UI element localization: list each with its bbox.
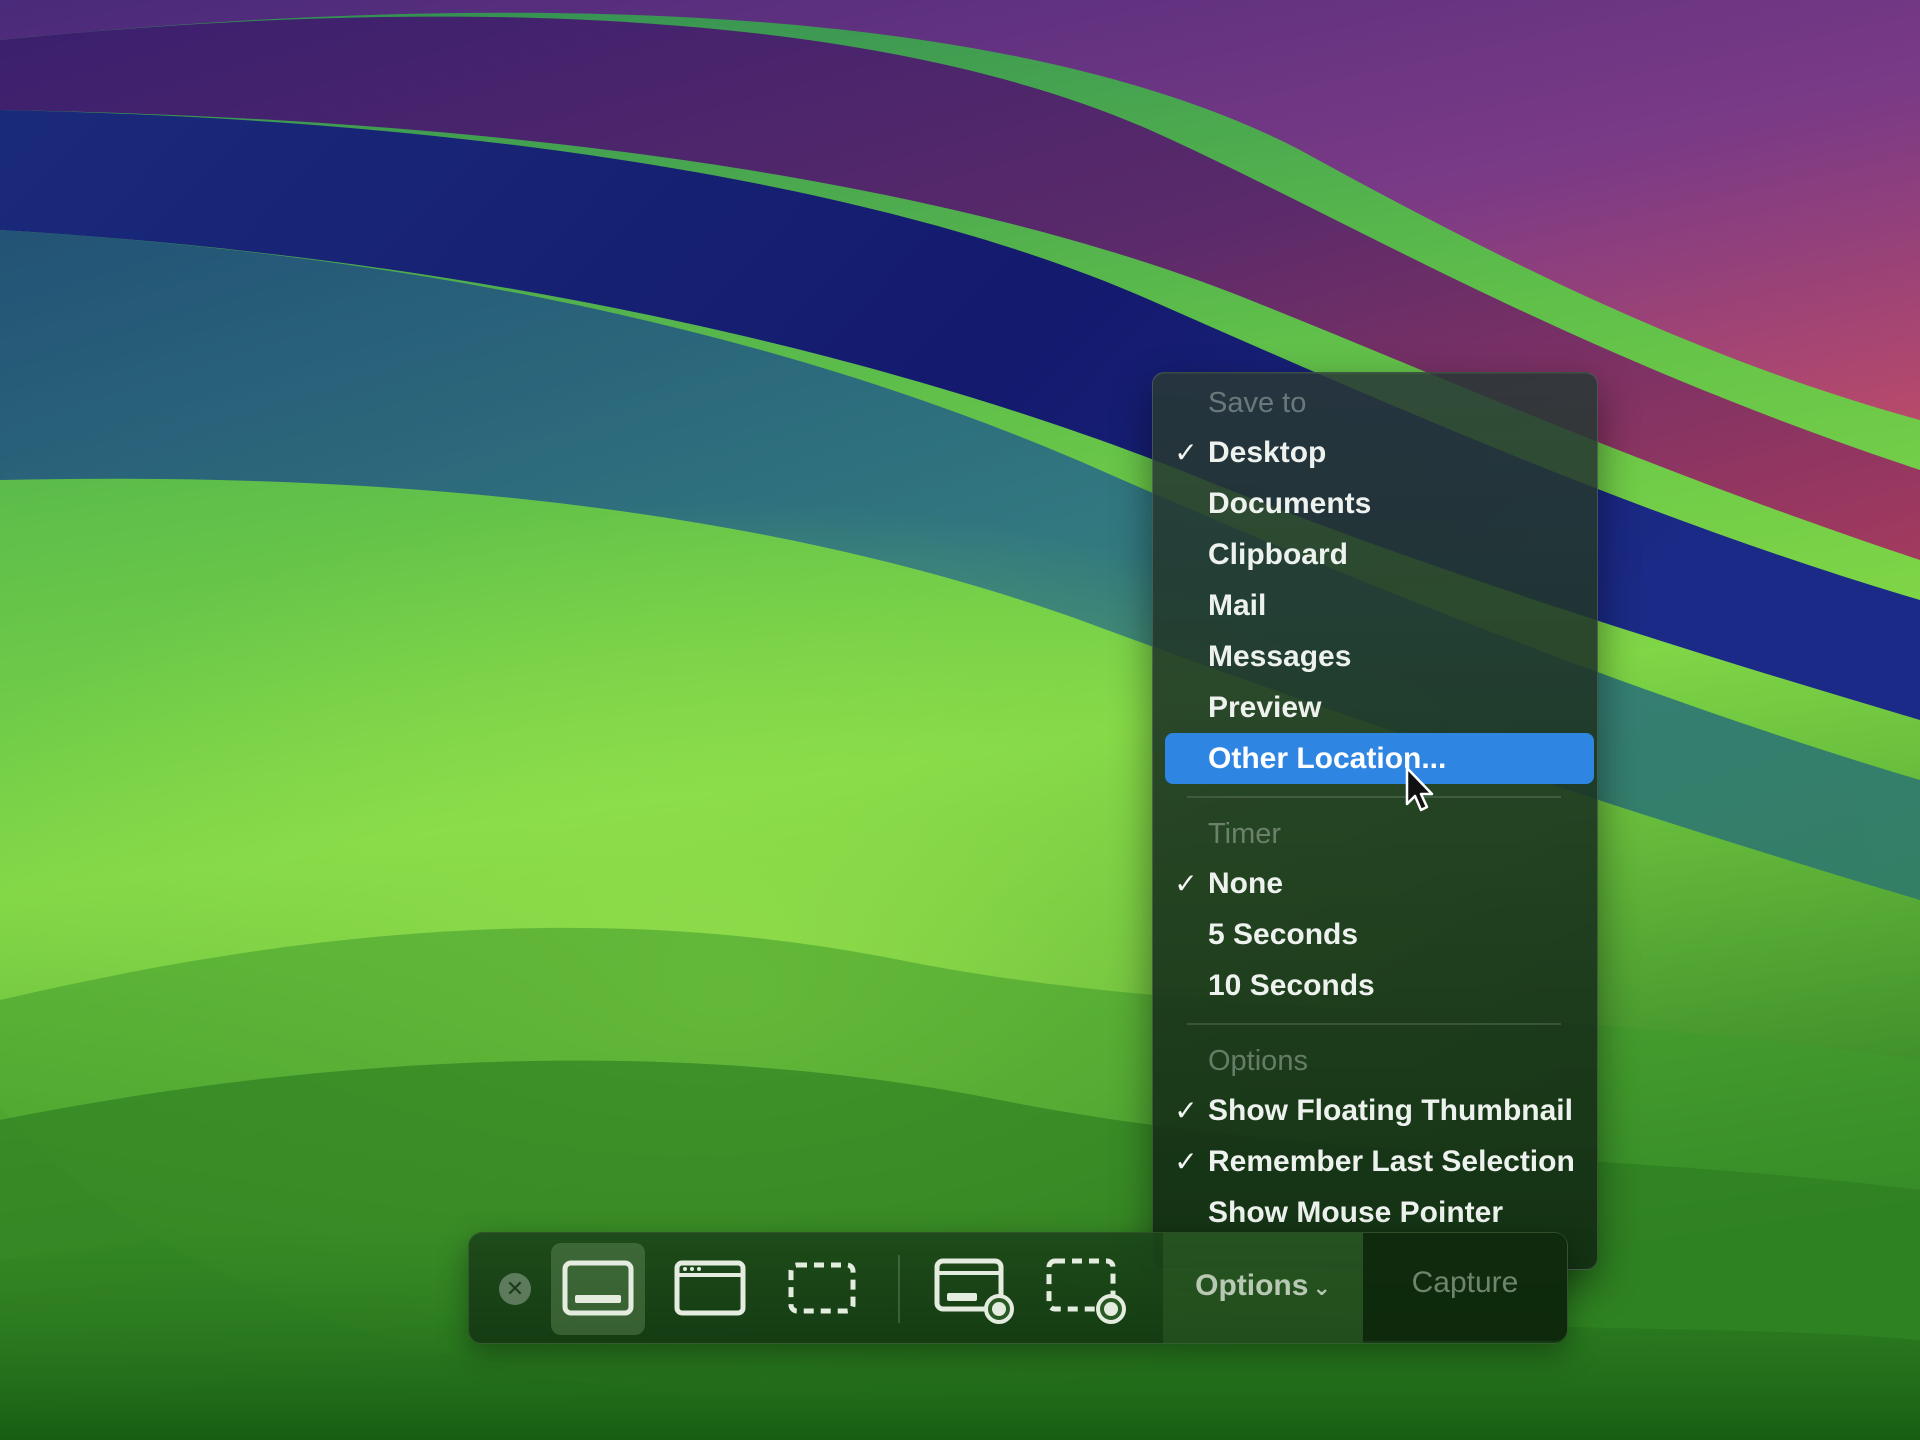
menu-item-timer-10-seconds[interactable]: 10 Seconds (1153, 960, 1597, 1011)
record-entire-screen-button[interactable] (923, 1243, 1017, 1335)
menu-item-desktop[interactable]: ✓ Desktop (1153, 427, 1597, 478)
wallpaper-graphic (0, 0, 1920, 1440)
menu-item-clipboard[interactable]: Clipboard (1153, 529, 1597, 580)
capture-button[interactable]: Capture (1363, 1233, 1567, 1341)
selection-icon (788, 1262, 856, 1314)
window-icon (674, 1260, 746, 1316)
menu-item-label: Messages (1208, 640, 1352, 673)
checkmark-icon: ✓ (1174, 1146, 1198, 1177)
menu-item-timer-5-seconds[interactable]: 5 Seconds (1153, 909, 1597, 960)
checkmark-icon: ✓ (1174, 437, 1198, 468)
close-icon[interactable]: ✕ (499, 1273, 531, 1305)
menu-separator (1187, 796, 1561, 798)
timer-section-title: Timer (1208, 818, 1282, 850)
record-screen-icon (934, 1258, 1014, 1324)
menu-item-label: Show Floating Thumbnail (1208, 1094, 1573, 1127)
menu-item-preview[interactable]: Preview (1153, 682, 1597, 733)
options-button[interactable]: Options ⌄ (1163, 1233, 1363, 1343)
checkmark-icon: ✓ (1174, 1095, 1198, 1126)
menu-item-remember-last-selection[interactable]: ✓ Remember Last Selection (1153, 1136, 1597, 1187)
record-selected-portion-button[interactable] (1035, 1243, 1129, 1335)
capture-selected-portion-button[interactable] (775, 1243, 869, 1335)
menu-item-other-location[interactable]: Other Location... (1165, 733, 1594, 784)
menu-item-label: Show Mouse Pointer (1208, 1196, 1504, 1229)
menu-item-label: Mail (1208, 589, 1267, 622)
menu-item-label: None (1208, 867, 1283, 900)
toolbar-divider (898, 1255, 900, 1323)
menu-item-mail[interactable]: Mail (1153, 580, 1597, 631)
desktop-wallpaper: Save to ✓ Desktop Documents Clipboard Ma… (0, 0, 1920, 1440)
save-to-section-title: Save to (1208, 387, 1307, 419)
entire-screen-icon (562, 1260, 634, 1316)
mouse-pointer-icon (1405, 766, 1434, 812)
capture-selected-window-button[interactable] (663, 1243, 757, 1335)
menu-item-messages[interactable]: Messages (1153, 631, 1597, 682)
menu-item-label: Preview (1208, 691, 1322, 724)
record-selection-icon (1046, 1258, 1126, 1324)
screenshot-options-menu: Save to ✓ Desktop Documents Clipboard Ma… (1152, 372, 1598, 1270)
options-section-title: Options (1208, 1045, 1308, 1077)
menu-separator (1187, 1023, 1561, 1025)
screenshot-toolbar: ✕ Options ⌄ Capture (468, 1232, 1568, 1344)
chevron-down-icon: ⌄ (1312, 1275, 1331, 1300)
menu-item-label: 5 Seconds (1208, 918, 1359, 951)
menu-item-timer-none[interactable]: ✓ None (1153, 858, 1597, 909)
menu-item-label: 10 Seconds (1208, 969, 1375, 1002)
menu-item-label: Desktop (1208, 436, 1327, 469)
capture-entire-screen-button[interactable] (551, 1243, 645, 1335)
checkmark-icon: ✓ (1174, 868, 1198, 899)
menu-item-label: Clipboard (1208, 538, 1348, 571)
options-label: Options (1195, 1269, 1309, 1302)
menu-item-documents[interactable]: Documents (1153, 478, 1597, 529)
menu-item-show-mouse-pointer[interactable]: Show Mouse Pointer (1153, 1187, 1597, 1238)
menu-item-show-floating-thumbnail[interactable]: ✓ Show Floating Thumbnail (1153, 1085, 1597, 1136)
menu-item-label: Documents (1208, 487, 1372, 520)
menu-item-label: Remember Last Selection (1208, 1145, 1575, 1178)
